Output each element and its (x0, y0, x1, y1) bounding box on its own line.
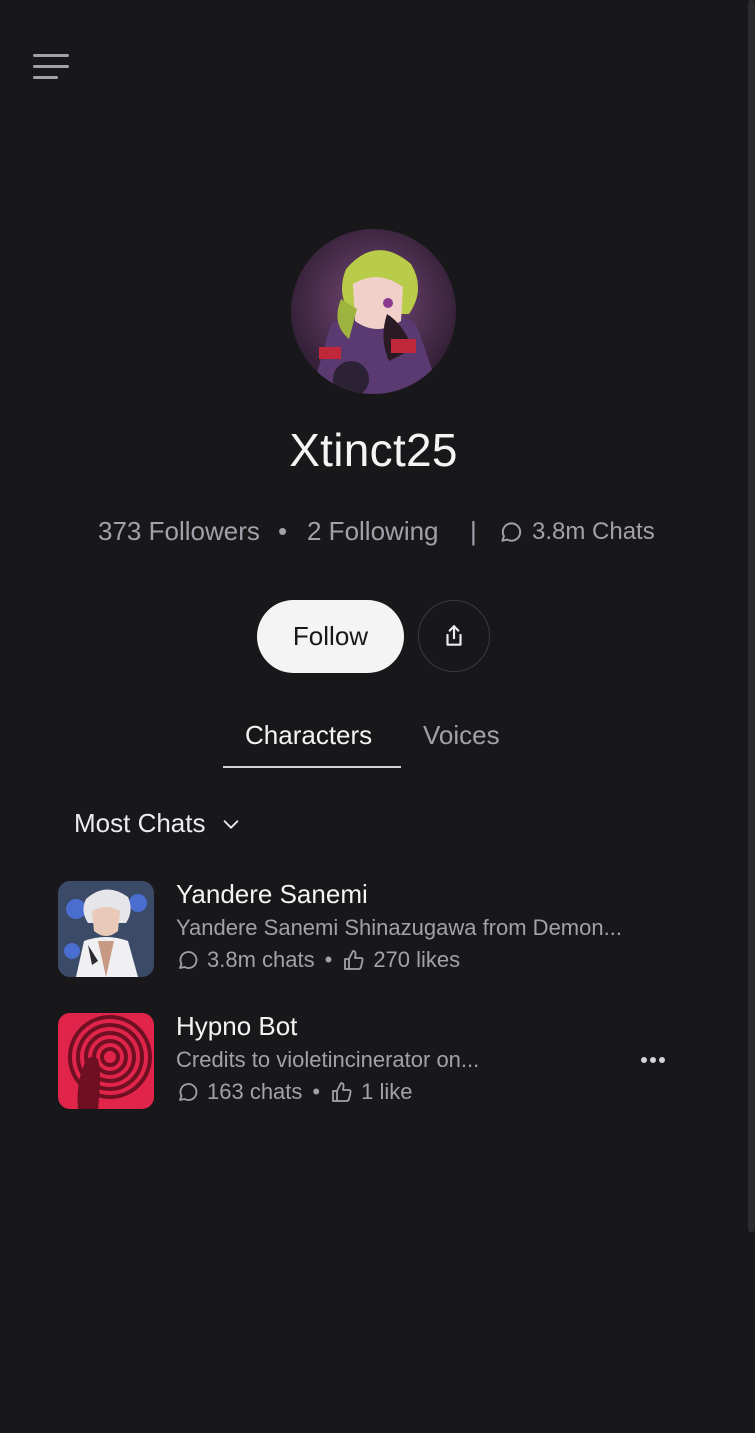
followers-count[interactable]: 373 Followers (98, 516, 260, 547)
username: Xtinct25 (289, 424, 458, 476)
active-tab-indicator (223, 766, 401, 768)
chat-bubble-icon (179, 1083, 198, 1101)
character-description: Credits to violetincinerator on... (176, 1047, 480, 1072)
character-thumbnail (58, 1013, 154, 1109)
stats-separator-dot: • (278, 516, 288, 546)
profile-page: Xtinct25 373 Followers • 2 Following | 3… (0, 0, 755, 1433)
more-options-button[interactable] (638, 1045, 668, 1075)
character-thumbnail (58, 881, 154, 977)
follow-button[interactable]: Follow (257, 600, 404, 673)
character-description: Yandere Sanemi Shinazugawa from Demon... (176, 915, 622, 940)
profile-stats: 373 Followers • 2 Following | 3.8m Chats (0, 516, 747, 550)
menu-icon[interactable] (30, 50, 72, 84)
total-chats-label: 3.8m Chats (532, 518, 655, 545)
character-likes: 1 like (361, 1079, 413, 1104)
character-chats: 163 chats (207, 1079, 303, 1104)
thumbs-up-icon (344, 950, 364, 970)
sort-dropdown[interactable]: Most Chats (74, 808, 242, 839)
chevron-down-icon (223, 819, 238, 829)
share-button[interactable] (418, 600, 490, 672)
tab-characters[interactable]: Characters (245, 720, 372, 751)
total-chats: 3.8m Chats (498, 518, 655, 546)
scrollbar[interactable] (748, 0, 755, 1232)
sort-label: Most Chats (74, 808, 206, 838)
stats-separator: • (324, 947, 333, 972)
stats-separator-bar: | (470, 516, 477, 546)
character-name: Hypno Bot (176, 1011, 298, 1041)
character-stats: 3.8m chats • 270 likes (176, 947, 460, 973)
character-likes: 270 likes (373, 947, 461, 972)
character-stats: 163 chats • 1 like (176, 1079, 412, 1105)
character-chats: 3.8m chats (207, 947, 315, 972)
tab-voices[interactable]: Voices (423, 720, 500, 751)
stats-separator: • (312, 1079, 321, 1104)
share-icon (446, 625, 462, 646)
avatar (291, 229, 456, 394)
character-item-hypno-bot[interactable]: Hypno Bot Credits to violetincinerator o… (58, 1011, 678, 1109)
chat-bubble-icon (501, 522, 522, 542)
more-horizontal-icon (641, 1057, 665, 1063)
character-name: Yandere Sanemi (176, 879, 368, 909)
thumbs-up-icon (332, 1082, 352, 1102)
following-count[interactable]: 2 Following (307, 516, 439, 547)
character-item-yandere-sanemi[interactable]: Yandere Sanemi Yandere Sanemi Shinazugaw… (58, 879, 678, 977)
chat-bubble-icon (179, 951, 198, 969)
